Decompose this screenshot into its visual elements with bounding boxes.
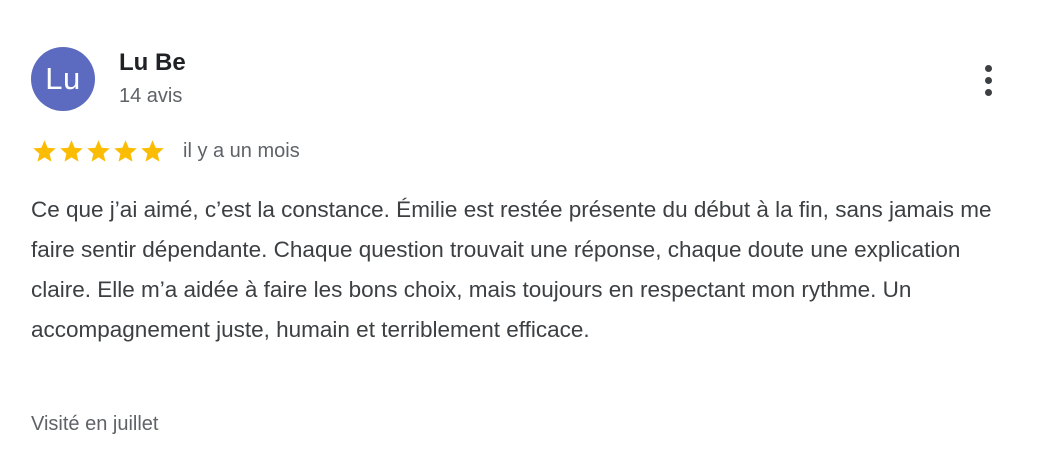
star-rating xyxy=(31,138,166,165)
more-options-button[interactable] xyxy=(968,58,1008,102)
avatar[interactable]: Lu xyxy=(31,47,95,111)
star-icon xyxy=(85,138,112,165)
star-icon xyxy=(112,138,139,165)
review-text: Ce que j’ai aimé, c’est la constance. Ém… xyxy=(31,197,992,342)
more-vert-icon xyxy=(984,64,992,72)
visit-date: Visité en juillet xyxy=(31,413,159,435)
star-icon xyxy=(139,138,166,165)
author-name[interactable]: Lu Be xyxy=(119,49,186,77)
author-review-count: 14 avis xyxy=(119,85,183,107)
review-date: il y a un mois xyxy=(183,140,300,162)
avatar-initials: Lu xyxy=(45,61,81,96)
rating-row: il y a un mois xyxy=(31,136,300,166)
review-card: Lu Lu Be 14 avis il y a un mois Ce que j… xyxy=(0,0,1044,468)
star-icon xyxy=(31,138,58,165)
star-icon xyxy=(58,138,85,165)
